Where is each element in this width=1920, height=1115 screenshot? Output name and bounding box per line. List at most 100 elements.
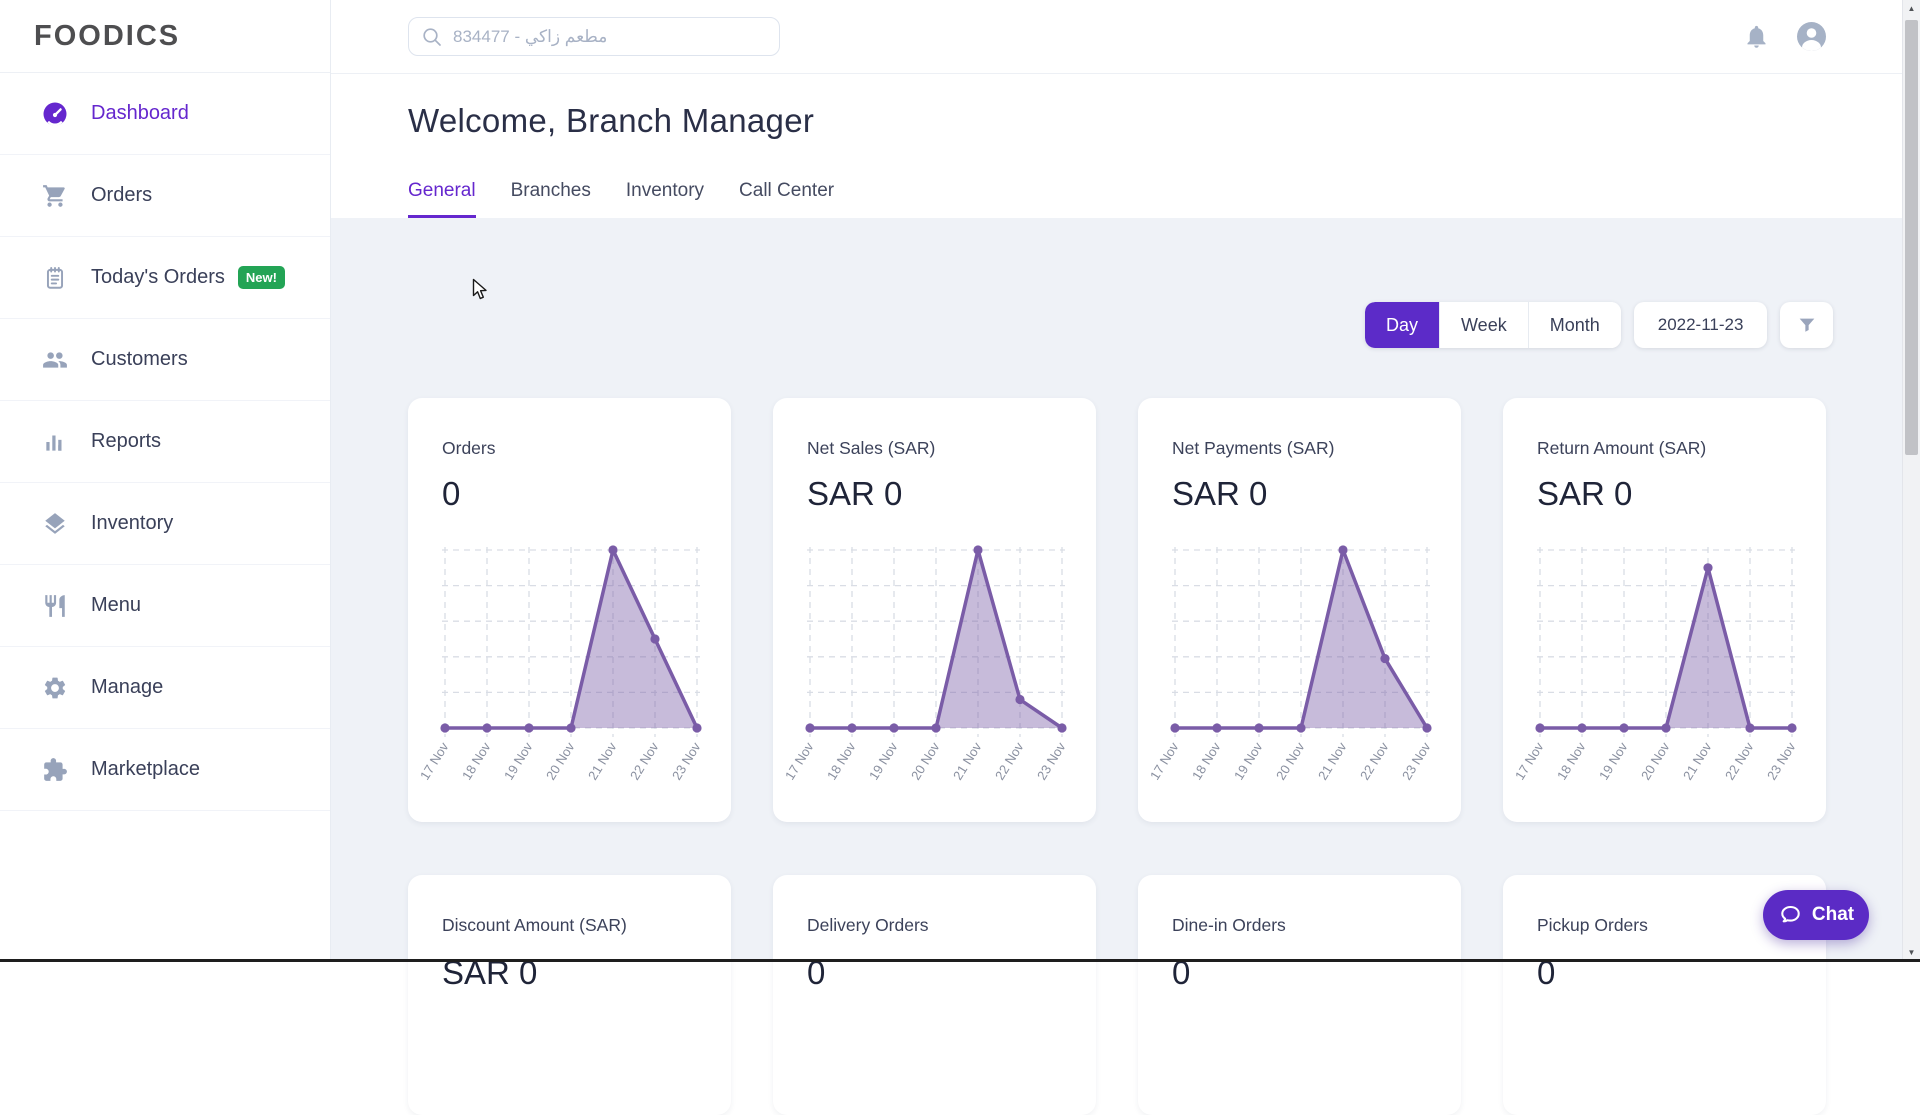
tab-inventory[interactable]: Inventory <box>626 180 704 218</box>
svg-text:18 Nov: 18 Nov <box>1189 739 1224 782</box>
svg-text:22 Nov: 22 Nov <box>1357 739 1392 782</box>
net-payments-trend-chart: 17 Nov18 Nov19 Nov20 Nov21 Nov22 Nov23 N… <box>1172 543 1431 798</box>
bar-chart-icon <box>41 428 68 455</box>
sidebar-item-label: Dashboard <box>91 102 189 125</box>
sidebar-item-dashboard[interactable]: Dashboard <box>0 73 330 155</box>
logo-row: FOODICS <box>0 0 330 73</box>
sidebar-item-label: Reports <box>91 430 161 453</box>
sidebar-item-menu[interactable]: Menu <box>0 565 330 647</box>
svg-text:22 Nov: 22 Nov <box>1722 739 1757 782</box>
sidebar-item-label: Manage <box>91 676 163 699</box>
svg-text:22 Nov: 22 Nov <box>992 739 1027 782</box>
layers-icon <box>41 510 68 537</box>
svg-text:18 Nov: 18 Nov <box>1554 739 1589 782</box>
sidebar-item-label: Inventory <box>91 512 173 535</box>
card-orders: Orders 0 17 Nov18 Nov19 Nov20 Nov21 Nov2… <box>408 398 731 822</box>
stat-cards-row: Orders 0 17 Nov18 Nov19 Nov20 Nov21 Nov2… <box>408 398 1826 822</box>
period-week-button[interactable]: Week <box>1440 302 1529 348</box>
chat-bubble-icon <box>1778 903 1803 928</box>
secondary-cards-row: Discount Amount (SAR) SAR 0 Delivery Ord… <box>408 875 1826 1115</box>
card-title: Delivery Orders <box>807 915 1066 936</box>
sidebar-item-label: Marketplace <box>91 758 200 781</box>
sidebar-item-orders[interactable]: Orders <box>0 155 330 237</box>
user-avatar-icon[interactable] <box>1796 21 1827 52</box>
svg-text:21 Nov: 21 Nov <box>585 739 620 782</box>
branch-search-input[interactable]: مطعم زاكي - 834477 <box>408 17 780 56</box>
tab-general[interactable]: General <box>408 180 476 218</box>
card-net-sales: Net Sales (SAR) SAR 0 17 Nov18 Nov19 Nov… <box>773 398 1096 822</box>
sidebar-item-manage[interactable]: Manage <box>0 647 330 729</box>
card-value: SAR 0 <box>1172 475 1431 513</box>
svg-text:20 Nov: 20 Nov <box>1638 739 1673 782</box>
notifications-bell-icon[interactable] <box>1743 23 1770 50</box>
gear-icon <box>41 674 68 701</box>
date-picker-button[interactable]: 2022-11-23 <box>1634 302 1768 348</box>
svg-text:19 Nov: 19 Nov <box>1596 739 1631 782</box>
sidebar-item-label: Orders <box>91 184 152 207</box>
chat-label: Chat <box>1812 904 1854 926</box>
sidebar-item-marketplace[interactable]: Marketplace <box>0 729 330 811</box>
period-month-button[interactable]: Month <box>1529 302 1621 348</box>
sidebar: FOODICS Dashboard Orders Today's Orders … <box>0 0 331 962</box>
people-icon <box>41 346 68 373</box>
puzzle-icon <box>41 756 68 783</box>
card-return-amount: Return Amount (SAR) SAR 0 17 Nov18 Nov19… <box>1503 398 1826 822</box>
chat-button[interactable]: Chat <box>1763 890 1869 940</box>
svg-text:20 Nov: 20 Nov <box>908 739 943 782</box>
card-title: Pickup Orders <box>1537 915 1796 936</box>
svg-text:20 Nov: 20 Nov <box>1273 739 1308 782</box>
card-title: Discount Amount (SAR) <box>442 915 701 936</box>
svg-text:23 Nov: 23 Nov <box>1764 739 1799 782</box>
dashboard-gauge-icon <box>41 100 68 127</box>
search-icon <box>421 26 443 48</box>
scrollbar-thumb[interactable] <box>1905 20 1918 455</box>
card-net-payments: Net Payments (SAR) SAR 0 17 Nov18 Nov19 … <box>1138 398 1461 822</box>
svg-text:18 Nov: 18 Nov <box>824 739 859 782</box>
sidebar-item-label: Menu <box>91 594 141 617</box>
return-amount-trend-chart: 17 Nov18 Nov19 Nov20 Nov21 Nov22 Nov23 N… <box>1537 543 1796 798</box>
foodics-logo: FOODICS <box>34 20 180 53</box>
card-title: Dine-in Orders <box>1172 915 1431 936</box>
funnel-icon <box>1796 314 1818 336</box>
sidebar-item-reports[interactable]: Reports <box>0 401 330 483</box>
dashboard-tabs: General Branches Inventory Call Center <box>408 74 834 218</box>
card-delivery-orders: Delivery Orders 0 <box>773 875 1096 1115</box>
dashboard-body: Day Week Month 2022-11-23 Orders 0 17 No… <box>331 218 1903 962</box>
card-value: 0 <box>442 475 701 513</box>
svg-text:21 Nov: 21 Nov <box>1680 739 1715 782</box>
svg-text:19 Nov: 19 Nov <box>866 739 901 782</box>
net-sales-trend-chart: 17 Nov18 Nov19 Nov20 Nov21 Nov22 Nov23 N… <box>807 543 1066 798</box>
fork-knife-icon <box>41 592 68 619</box>
period-day-button[interactable]: Day <box>1365 302 1440 348</box>
svg-text:23 Nov: 23 Nov <box>669 739 704 782</box>
card-title: Return Amount (SAR) <box>1537 438 1796 459</box>
notepad-icon <box>41 264 68 291</box>
svg-text:17 Nov: 17 Nov <box>417 739 452 782</box>
scroll-down-arrow[interactable]: ▼ <box>1903 948 1920 957</box>
svg-text:22 Nov: 22 Nov <box>627 739 662 782</box>
svg-text:19 Nov: 19 Nov <box>1231 739 1266 782</box>
sidebar-item-inventory[interactable]: Inventory <box>0 483 330 565</box>
main-content: Welcome, Branch Manager General Branches… <box>331 74 1903 962</box>
tab-branches[interactable]: Branches <box>511 180 591 218</box>
cart-icon <box>41 182 68 209</box>
svg-text:21 Nov: 21 Nov <box>950 739 985 782</box>
card-dine-in-orders: Dine-in Orders 0 <box>1138 875 1461 1115</box>
card-title: Net Sales (SAR) <box>807 438 1066 459</box>
card-title: Orders <box>442 438 701 459</box>
filter-button[interactable] <box>1780 302 1833 348</box>
card-title: Net Payments (SAR) <box>1172 438 1431 459</box>
svg-text:20 Nov: 20 Nov <box>543 739 578 782</box>
sidebar-item-todays-orders[interactable]: Today's Orders New! <box>0 237 330 319</box>
period-segmented-control: Day Week Month <box>1365 302 1621 348</box>
card-value: SAR 0 <box>1537 475 1796 513</box>
svg-text:23 Nov: 23 Nov <box>1399 739 1434 782</box>
scroll-up-arrow[interactable]: ▲ <box>1903 4 1920 13</box>
svg-text:21 Nov: 21 Nov <box>1315 739 1350 782</box>
period-controls: Day Week Month 2022-11-23 <box>1365 302 1833 348</box>
sidebar-item-customers[interactable]: Customers <box>0 319 330 401</box>
vertical-scrollbar[interactable]: ▲ ▼ <box>1902 0 1920 962</box>
svg-text:19 Nov: 19 Nov <box>501 739 536 782</box>
card-discount-amount: Discount Amount (SAR) SAR 0 <box>408 875 731 1115</box>
tab-call-center[interactable]: Call Center <box>739 180 834 218</box>
